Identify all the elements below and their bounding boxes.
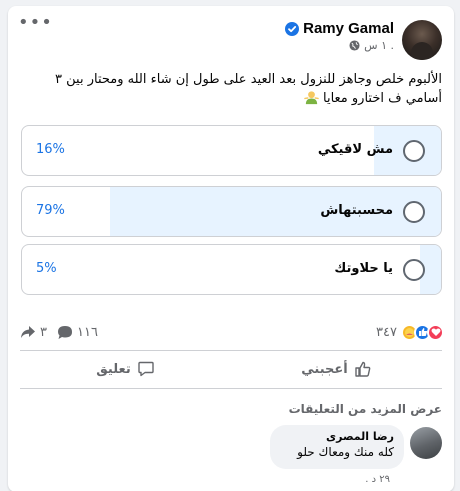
poll-option[interactable]: محسبتهاش 79% xyxy=(21,186,442,237)
post-text: الألبوم خلص وجاهز للنزول بعد العيد على ط… xyxy=(55,72,442,106)
divider xyxy=(20,388,442,389)
post-body: الألبوم خلص وجاهز للنزول بعد العيد على ط… xyxy=(18,70,442,108)
comments-count[interactable]: ١١٦ xyxy=(77,325,98,340)
like-button[interactable]: أعجبني xyxy=(231,356,442,382)
poll-option-percent: 79% xyxy=(36,203,65,218)
post-actions: أعجبني تعليق xyxy=(20,356,442,382)
poll-option-radio[interactable] xyxy=(403,201,425,223)
post-meta: ١ س . xyxy=(349,39,394,52)
comment-icon xyxy=(138,361,154,377)
thumbs-up-icon xyxy=(355,361,371,377)
poll-option-percent: 5% xyxy=(36,261,57,276)
verified-badge-icon xyxy=(285,21,300,36)
poll-option-radio[interactable] xyxy=(403,140,425,162)
poll-option-label: مش لاقيكي xyxy=(317,142,393,157)
share-icon[interactable] xyxy=(20,325,36,339)
love-icon xyxy=(427,323,444,341)
poll-option[interactable]: مش لاقيكي 16% xyxy=(21,125,442,176)
poll-option-label: محسبتهاش xyxy=(320,203,393,218)
reaction-icons xyxy=(401,323,444,341)
engagement-counts: ٣ ١١٦ xyxy=(20,325,98,340)
author-block: Ramy Gamal ١ س . xyxy=(285,20,394,62)
like-label: أعجبني xyxy=(301,361,348,377)
person-shrugging-emoji-icon xyxy=(304,91,319,105)
post-card: ••• Ramy Gamal ١ س . الألبوم خلص وجاهز ل… xyxy=(8,6,454,491)
comment-text: كله منك ومعاك حلو xyxy=(297,445,394,459)
reactions-summary[interactable]: ٣٤٧ xyxy=(376,323,444,341)
divider xyxy=(20,350,442,351)
globe-icon xyxy=(349,40,360,51)
author-avatar[interactable] xyxy=(402,20,442,60)
comment-bubble: رضا المصرى كله منك ومعاك حلو xyxy=(270,425,404,469)
poll-option[interactable]: يا حلاوتك 5% xyxy=(21,244,442,295)
comment-bubble-icon[interactable] xyxy=(57,325,73,340)
poll-option-radio[interactable] xyxy=(403,259,425,281)
post-stats: ٣ ١١٦ ٣٤٧ xyxy=(20,322,444,342)
poll-option-label: يا حلاوتك xyxy=(334,261,393,276)
commenter-avatar[interactable] xyxy=(410,427,442,459)
shares-count[interactable]: ٣ xyxy=(40,325,47,340)
author-row: Ramy Gamal xyxy=(285,20,394,37)
author-name[interactable]: Ramy Gamal xyxy=(303,20,394,37)
comment-label: تعليق xyxy=(96,361,131,377)
reactions-count[interactable]: ٣٤٧ xyxy=(376,325,397,340)
comment-button[interactable]: تعليق xyxy=(20,356,231,382)
more-dots-icon[interactable]: ••• xyxy=(18,14,52,32)
poll-option-percent: 16% xyxy=(36,142,65,157)
comment-timestamp[interactable]: ٢٩ د . xyxy=(365,474,390,485)
post-timestamp[interactable]: ١ س . xyxy=(364,39,394,52)
post-header: Ramy Gamal ١ س . xyxy=(285,20,442,62)
comment-author[interactable]: رضا المصرى xyxy=(280,430,394,443)
view-more-comments-link[interactable]: عرض المزيد من التعليقات xyxy=(289,402,442,416)
